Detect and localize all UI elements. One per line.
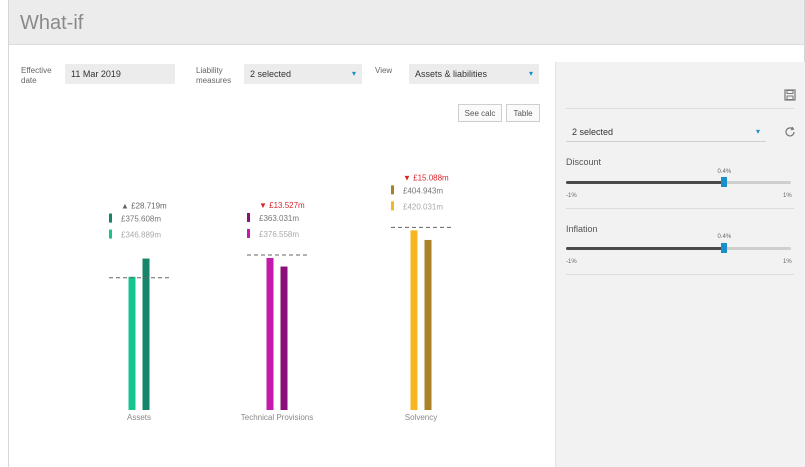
baseline-value-label: £420.031m — [403, 202, 443, 211]
legend-swatch-current — [247, 212, 250, 222]
divider — [566, 274, 794, 275]
discount-slider[interactable] — [566, 177, 791, 187]
change-label: ▲ £28.719m — [121, 202, 167, 211]
inflation-slider-handle[interactable] — [720, 243, 727, 253]
category-label: Technical Provisions — [241, 413, 313, 422]
discount-slider-handle[interactable] — [720, 177, 727, 187]
category-label: Solvency — [405, 413, 437, 422]
refresh-icon[interactable] — [784, 125, 796, 143]
bar-current[interactable] — [280, 266, 288, 410]
assumptions-select[interactable]: 2 selected ▾ — [566, 122, 766, 142]
discount-max: 1% — [783, 193, 792, 199]
assets-liabilities-chart: ▲ £28.719m £375.608m £346.889m Assets ▼ £13.… — [109, 173, 451, 422]
current-value-label: £363.031m — [259, 214, 299, 223]
inflation-value: 0.4% — [717, 234, 732, 240]
inflation-label: Inflation — [566, 224, 598, 234]
inflation-max: 1% — [783, 259, 792, 265]
what-if-panel: What-if Effective date 11 Mar 2019 Liabi… — [8, 0, 805, 467]
legend-swatch-baseline — [391, 201, 394, 211]
change-label: ▼ £13.527m — [259, 201, 305, 210]
divider — [566, 108, 794, 109]
inflation-min: -1% — [566, 259, 577, 265]
assumptions-panel: 2 selected ▾ Discount 0.4% -1% 1% Inflat… — [555, 62, 805, 467]
baseline-value-label: £346.889m — [121, 231, 161, 240]
inflation-slider[interactable] — [566, 243, 791, 253]
bar-baseline[interactable] — [410, 230, 418, 410]
category-label: Assets — [127, 413, 151, 422]
discount-min: -1% — [566, 193, 577, 199]
baseline-value-label: £376.558m — [259, 230, 299, 239]
bar-current[interactable] — [424, 239, 432, 410]
legend-swatch-baseline — [109, 229, 112, 239]
current-value-label: £375.608m — [121, 215, 161, 224]
save-icon[interactable] — [784, 88, 796, 106]
legend-swatch-current — [391, 185, 394, 195]
legend-swatch-current — [109, 213, 112, 223]
discount-label: Discount — [566, 157, 602, 167]
discount-value: 0.4% — [717, 169, 732, 175]
current-value-label: £404.943m — [403, 186, 443, 195]
chevron-down-icon: ▾ — [755, 127, 760, 136]
bar-baseline[interactable] — [266, 257, 274, 410]
legend-swatch-baseline — [247, 228, 250, 238]
bar-baseline[interactable] — [128, 276, 136, 410]
change-label: ▼ £15.088m — [403, 173, 449, 182]
bar-current[interactable] — [142, 258, 150, 410]
divider — [566, 208, 794, 209]
